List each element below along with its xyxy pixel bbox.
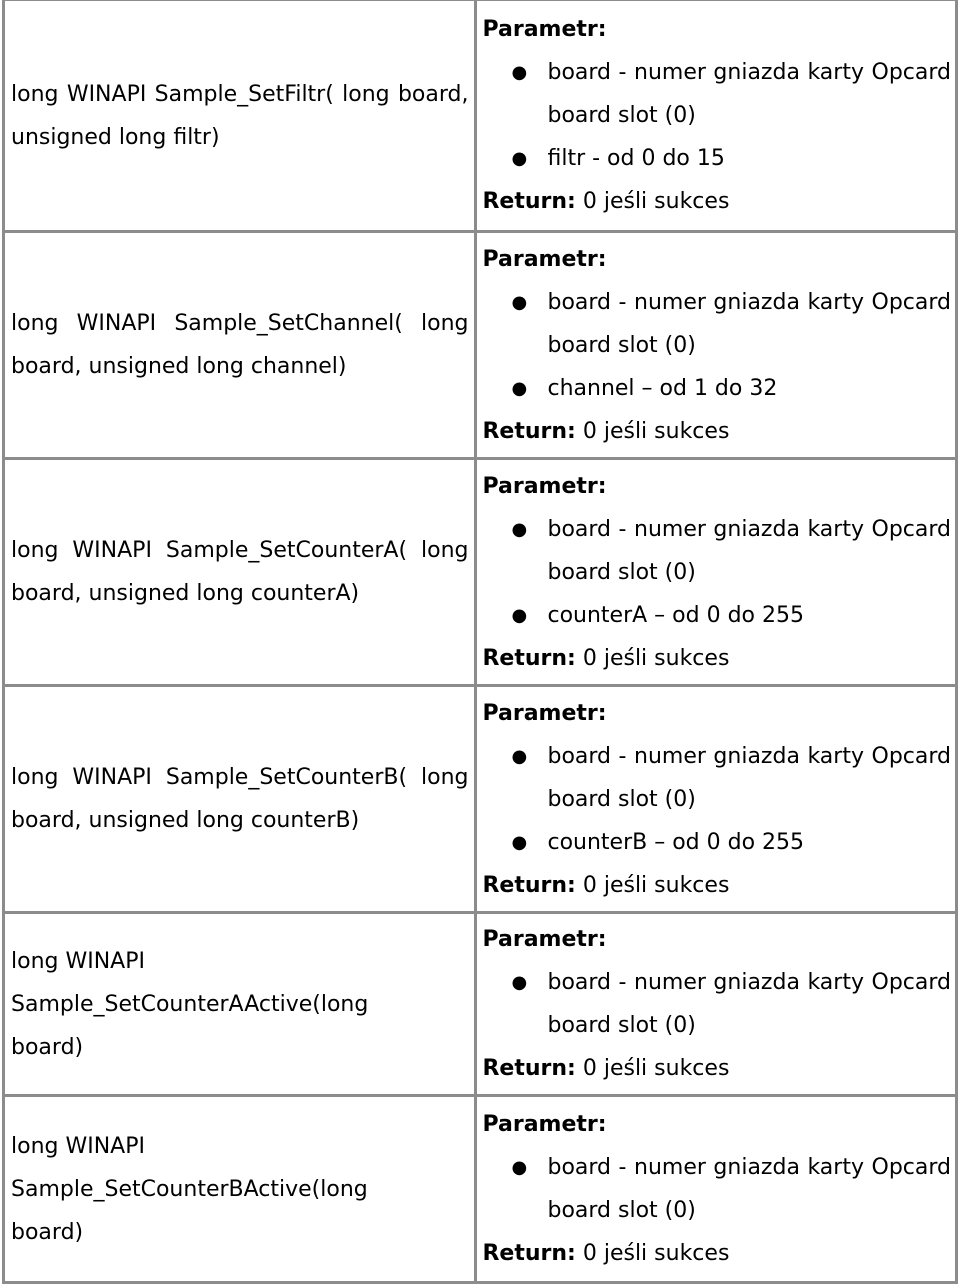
function-description-cell: Parametr: ● board - numer gniazda karty O… [474,0,958,233]
return-value: 0 jeśli sukces [582,418,730,444]
signature-line: long WINAPI [11,1133,145,1159]
table-row: long WINAPI Sample_SetCounterAActive(lon… [1,911,958,1097]
return-label: Return: [482,418,576,444]
return-value: 0 jeśli sukces [582,872,730,898]
function-signature-cell: long WINAPI Sample_SetChannel( long boar… [1,230,478,460]
return-value: 0 jeśli sukces [582,1241,730,1266]
function-signature-cell: long WINAPI Sample_SetFiltr( long board,… [1,0,478,233]
return-line: Return: 0 jeśli sukces [482,1047,951,1090]
return-value: 0 jeśli sukces [582,645,730,671]
bullet-icon: ● [511,972,528,993]
return-label: Return: [482,189,576,214]
function-signature-cell: long WINAPI Sample_SetCounterA( long boa… [1,457,478,687]
function-signature-cell: long WINAPI Sample_SetCounterAActive(lon… [1,911,478,1097]
function-signature: long WINAPI Sample_SetChannel( long boar… [11,311,469,379]
bullet-icon: ● [511,291,528,313]
parametr-label: Parametr: [482,473,607,499]
parametr-label: Parametr: [482,1112,607,1137]
return-value: 0 jeśli sukces [582,1056,730,1081]
parameter-list: ● board - numer gniazda karty Opcard boar… [482,51,951,180]
bullet-icon: ● [511,604,528,626]
signature-line: Sample_SetCounterAActive(long [11,991,369,1017]
parameter-item: ● board - numer gniazda karty Opcard boar… [511,961,951,1047]
return-line: Return: 0 jeśli sukces [482,1232,951,1275]
return-line: Return: 0 jeśli sukces [482,180,951,223]
bullet-icon: ● [511,377,528,399]
parameter-text: filtr - od 0 do 15 [547,146,725,171]
function-description-cell: Parametr: ● board - numer gniazda karty O… [474,684,958,914]
signature-line: long WINAPI [11,948,145,974]
signature-line: Sample_SetCounterBActive(long [11,1176,368,1202]
parameter-text: board - numer gniazda karty Opcard board… [547,970,951,1038]
parameter-text: board - numer gniazda karty Opcard board… [547,743,951,812]
parametr-label: Parametr: [482,246,607,272]
parameter-item: ● board - numer gniazda karty Opcard boar… [511,281,951,367]
parameter-item: ● filtr - od 0 do 15 [511,137,951,180]
table-row: long WINAPI Sample_SetChannel( long boar… [1,230,958,460]
parameter-item: ● board - numer gniazda karty Opcard boar… [511,1146,951,1232]
parameter-list: ● board - numer gniazda karty Opcard boar… [482,508,951,637]
bullet-icon: ● [511,148,528,169]
table-row: long WINAPI Sample_SetCounterBActive(lon… [1,1094,958,1284]
parametr-label: Parametr: [482,17,607,42]
return-label: Return: [482,645,576,671]
signature-line: board) [11,1219,84,1245]
parameter-list: ● board - numer gniazda karty Opcard boar… [482,961,951,1047]
function-signature: long WINAPI Sample_SetCounterA( long boa… [11,538,469,606]
function-description-cell: Parametr: ● board - numer gniazda karty O… [474,230,958,460]
return-label: Return: [482,1241,576,1266]
function-signature-cell: long WINAPI Sample_SetCounterBActive(lon… [1,1094,478,1284]
table-row: long WINAPI Sample_SetCounterB( long boa… [1,684,958,914]
bullet-icon: ● [511,831,528,853]
parameter-item: ● board - numer gniazda karty Opcard boar… [511,735,951,821]
bullet-icon: ● [511,62,528,83]
return-label: Return: [482,1056,576,1081]
signature-line: board) [11,1034,84,1060]
parameter-item: ● counterB – od 0 do 255 [511,821,951,864]
function-signature-cell: long WINAPI Sample_SetCounterB( long boa… [1,684,478,914]
parameter-text: channel – od 1 do 32 [547,375,778,401]
function-description-cell: Parametr: ● board - numer gniazda karty O… [474,911,958,1097]
return-line: Return: 0 jeśli sukces [482,637,951,680]
parametr-label: Parametr: [482,700,607,726]
parameter-list: ● board - numer gniazda karty Opcard boar… [482,1146,951,1232]
function-signature: long WINAPI Sample_SetCounterB( long boa… [11,765,469,833]
bullet-icon: ● [511,518,528,540]
parameter-text: counterB – od 0 do 255 [547,829,805,855]
parameter-text: board - numer gniazda karty Opcard board… [547,289,951,358]
parameter-item: ● board - numer gniazda karty Opcard boar… [511,51,951,137]
table-row: long WINAPI Sample_SetCounterA( long boa… [1,457,958,687]
parameter-text: board - numer gniazda karty Opcard board… [547,516,951,585]
function-signature: long WINAPI Sample_SetCounterBActive(lon… [5,1125,474,1254]
function-signature: long WINAPI Sample_SetFiltr( long board,… [11,81,469,150]
bullet-icon: ● [511,745,528,767]
parametr-label: Parametr: [482,927,607,952]
parameter-text: board - numer gniazda karty Opcard board… [547,60,951,128]
function-description-cell: Parametr: ● board - numer gniazda karty O… [474,1094,958,1284]
parameter-list: ● board - numer gniazda karty Opcard boar… [482,281,951,410]
parameter-item: ● channel – od 1 do 32 [511,367,951,410]
parameter-text: board - numer gniazda karty Opcard board… [547,1155,951,1223]
return-value: 0 jeśli sukces [582,189,730,214]
api-function-table: long WINAPI Sample_SetFiltr( long board,… [1,0,958,1284]
return-line: Return: 0 jeśli sukces [482,864,951,907]
parameter-text: counterA – od 0 do 255 [547,602,804,628]
table-row: long WINAPI Sample_SetFiltr( long board,… [1,0,958,233]
function-description-cell: Parametr: ● board - numer gniazda karty O… [474,457,958,687]
return-label: Return: [482,872,576,898]
parameter-item: ● board - numer gniazda karty Opcard boar… [511,508,951,594]
function-signature: long WINAPI Sample_SetCounterAActive(lon… [5,940,474,1069]
return-line: Return: 0 jeśli sukces [482,410,951,453]
parameter-item: ● counterA – od 0 do 255 [511,594,951,637]
bullet-icon: ● [511,1157,528,1178]
parameter-list: ● board - numer gniazda karty Opcard boar… [482,735,951,864]
